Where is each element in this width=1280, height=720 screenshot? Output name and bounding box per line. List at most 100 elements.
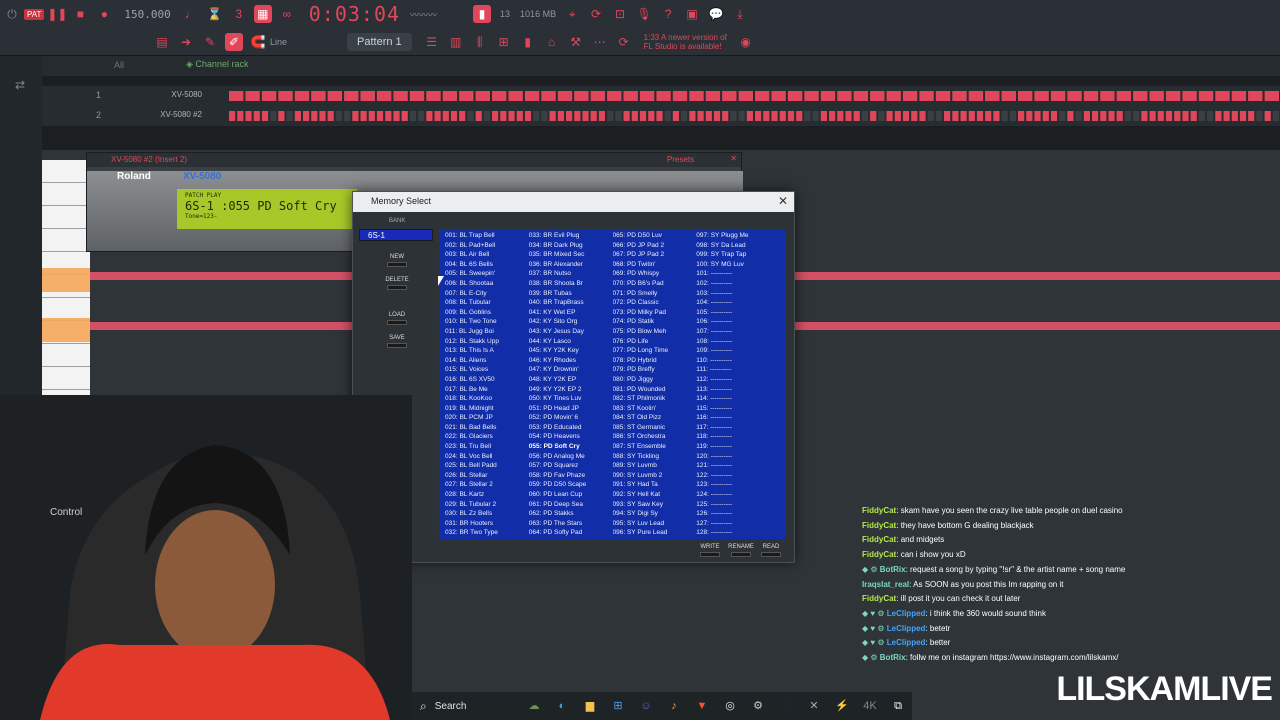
- tone-item[interactable]: 016: BL 6S XV50: [445, 375, 529, 385]
- step-cell[interactable]: [771, 111, 778, 121]
- step-cell[interactable]: [1149, 91, 1164, 101]
- tone-item[interactable]: 063: PD The Stars: [529, 519, 613, 529]
- tone-item[interactable]: 087: ST Ensemble: [613, 442, 697, 452]
- tone-item[interactable]: 073: PD Milky Pad: [613, 308, 697, 318]
- step-cell[interactable]: [738, 111, 745, 121]
- step-cell[interactable]: [1009, 111, 1016, 121]
- tone-item[interactable]: 084: ST Old Pizz: [613, 413, 697, 423]
- step-cell[interactable]: [870, 91, 885, 101]
- snap-mode-label[interactable]: Line: [270, 37, 287, 47]
- step-cell[interactable]: [598, 111, 605, 121]
- tone-item[interactable]: 017: BL Be Me: [445, 385, 529, 395]
- step-cell[interactable]: [1231, 111, 1238, 121]
- tone-item[interactable]: 101: ----------: [696, 269, 780, 279]
- sequencer-icon[interactable]: ⋯: [591, 33, 609, 51]
- tone-item[interactable]: 019: BL Midnight: [445, 404, 529, 414]
- steam-icon[interactable]: ✈: [776, 696, 796, 716]
- tone-list[interactable]: 001: BL Trap Bell 002: BL Pad+Bell 003: BL…: [439, 229, 786, 539]
- channel-row[interactable]: 2 XV-5080 #2: [42, 106, 1280, 126]
- step-cell[interactable]: [935, 91, 951, 101]
- step-cell[interactable]: [1198, 111, 1205, 121]
- step-cell[interactable]: [557, 91, 573, 101]
- tone-item[interactable]: 096: SY Pure Lead: [613, 528, 697, 538]
- step-cell[interactable]: [656, 111, 663, 121]
- step-cell[interactable]: [434, 111, 441, 121]
- step-cell[interactable]: [1100, 91, 1115, 101]
- tone-item[interactable]: 072: PD Classic: [613, 298, 697, 308]
- step-cell[interactable]: [1034, 111, 1041, 121]
- tone-item[interactable]: 116: ----------: [696, 413, 780, 423]
- tone-item[interactable]: 032: BR Two Type: [445, 528, 529, 538]
- step-cell[interactable]: [755, 91, 770, 101]
- browser-view-icon[interactable]: ⌂: [543, 33, 561, 51]
- tone-item[interactable]: 047: KY Drownin': [529, 365, 613, 375]
- step-cell[interactable]: [311, 91, 326, 101]
- tone-item[interactable]: 079: PD Breffy: [613, 365, 697, 375]
- tone-item[interactable]: 097: SY Plugg Me: [696, 231, 780, 241]
- vst-icon[interactable]: ⚙: [748, 696, 768, 716]
- tone-item[interactable]: 107: ----------: [696, 327, 780, 337]
- channel-filter[interactable]: All: [114, 60, 124, 70]
- tone-item[interactable]: 051: PD Head JP: [529, 404, 613, 414]
- tone-item[interactable]: 076: PD Life: [613, 337, 697, 347]
- tone-item[interactable]: 120: ----------: [696, 452, 780, 462]
- tone-item[interactable]: 098: SY Da Lead: [696, 241, 780, 251]
- channel-name-button[interactable]: XV-5080 #2: [122, 110, 202, 119]
- tone-item[interactable]: 050: KY Tines Luv: [529, 394, 613, 404]
- draw-icon[interactable]: ✎: [201, 33, 219, 51]
- step-cell[interactable]: [409, 91, 425, 101]
- tone-item[interactable]: 078: PD Hybrid: [613, 356, 697, 366]
- tone-item[interactable]: 110: ----------: [696, 356, 780, 366]
- step-cell[interactable]: [253, 111, 260, 121]
- tone-item[interactable]: 004: BL 6S Bells: [445, 260, 529, 270]
- tone-item[interactable]: 100: SY MG Luv: [696, 260, 780, 270]
- step-cell[interactable]: [566, 111, 573, 121]
- step-cell[interactable]: [705, 91, 721, 101]
- pattern-selector[interactable]: Pattern 1: [347, 33, 412, 51]
- tone-item[interactable]: 029: BL Tubular 2: [445, 500, 529, 510]
- step-cell[interactable]: [442, 111, 449, 121]
- piano-roll-icon[interactable]: ▤: [153, 33, 171, 51]
- tone-item[interactable]: 059: PD D50 Scape: [529, 480, 613, 490]
- step-cell[interactable]: [1157, 111, 1164, 121]
- tone-item[interactable]: 023: BL Tru Bell: [445, 442, 529, 452]
- step-cell[interactable]: [1198, 91, 1214, 101]
- tone-item[interactable]: 062: PD Stakks: [529, 509, 613, 519]
- step-cell[interactable]: [894, 111, 901, 121]
- step-cell[interactable]: [968, 111, 975, 121]
- step-cell[interactable]: [1174, 111, 1181, 121]
- step-cell[interactable]: [237, 111, 244, 121]
- step-cell[interactable]: [376, 111, 384, 121]
- mixer-view-icon[interactable]: ⫼: [471, 33, 489, 51]
- tone-item[interactable]: 048: KY Y2K EP: [529, 375, 613, 385]
- step-cell[interactable]: [1272, 111, 1279, 121]
- chat-username[interactable]: FiddyCat: [862, 506, 896, 515]
- step-cell[interactable]: [582, 111, 589, 121]
- step-cell[interactable]: [1034, 91, 1049, 101]
- tone-item[interactable]: 040: BR TrapBrass: [529, 298, 613, 308]
- copilot-icon[interactable]: ◐: [552, 696, 572, 716]
- step-cell[interactable]: [1001, 91, 1016, 101]
- step-cell[interactable]: [335, 111, 342, 121]
- arrow-right-icon[interactable]: ➜: [177, 33, 195, 51]
- step-cell[interactable]: [590, 111, 597, 121]
- step-cell[interactable]: [919, 111, 926, 121]
- step-cell[interactable]: [672, 91, 688, 101]
- record-icon[interactable]: ●: [95, 5, 113, 23]
- step-cell[interactable]: [837, 91, 852, 101]
- step-cell[interactable]: [344, 111, 351, 121]
- step-cell[interactable]: [311, 111, 318, 121]
- tone-item[interactable]: 037: BR Nutso: [529, 269, 613, 279]
- step-cell[interactable]: [689, 111, 696, 121]
- dialog-titlebar[interactable]: Memory Select ✕: [353, 192, 794, 212]
- chat-icon[interactable]: 💬: [707, 5, 725, 23]
- capcut-icon[interactable]: ⧉: [888, 696, 908, 716]
- step-cell[interactable]: [360, 111, 367, 121]
- step-cell[interactable]: [952, 91, 967, 101]
- tone-item[interactable]: 038: BR Shoota Br: [529, 279, 613, 289]
- loop-record-icon[interactable]: ∞: [278, 5, 296, 23]
- tone-item[interactable]: 024: BL Voc Bell: [445, 452, 529, 462]
- tone-item[interactable]: 052: PD Movin' 6: [529, 413, 613, 423]
- step-cell[interactable]: [886, 91, 901, 101]
- step-cell[interactable]: [294, 111, 301, 121]
